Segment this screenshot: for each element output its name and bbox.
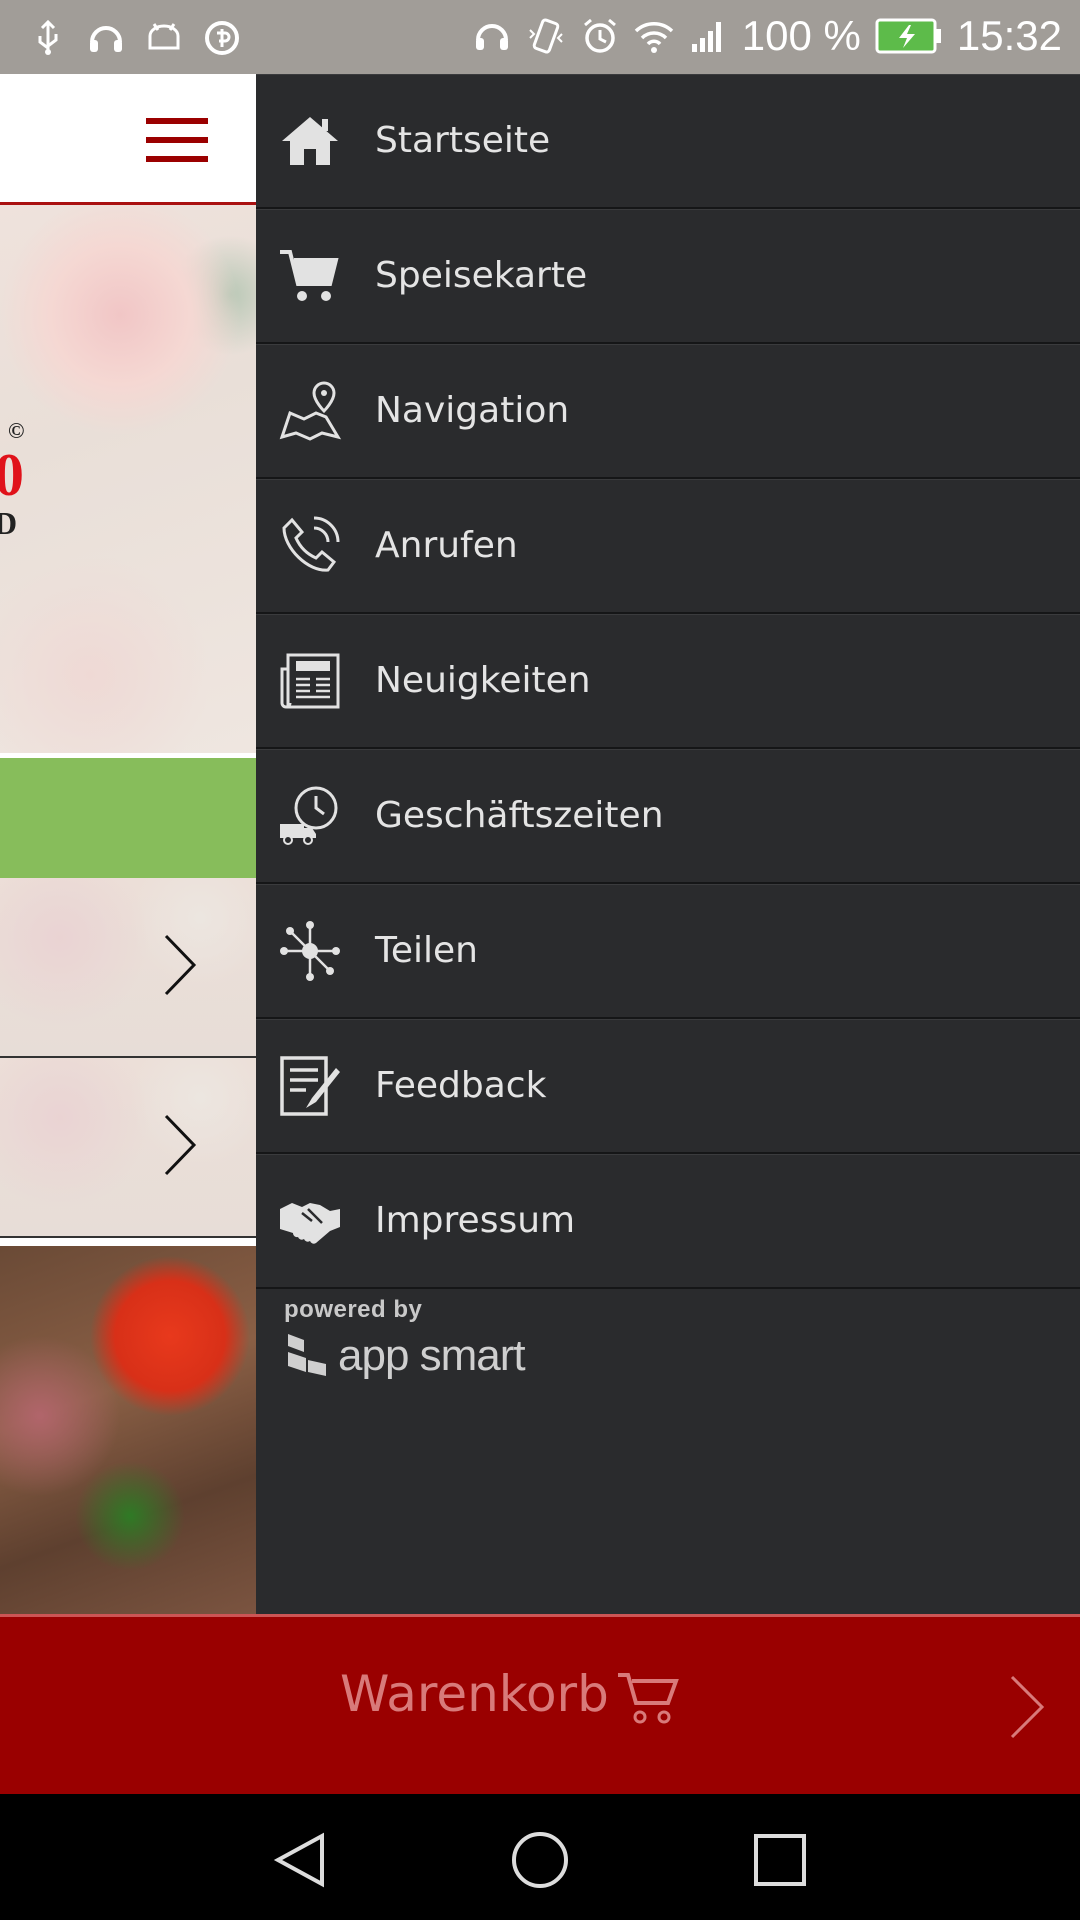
map-pin-icon: [279, 381, 342, 441]
hero-banner: © 0 D: [0, 205, 256, 753]
recents-icon[interactable]: [750, 1830, 810, 1890]
signal-icon: [691, 22, 721, 52]
menu-item-anrufen[interactable]: Anrufen: [256, 479, 1080, 614]
status-bar: 100 % 15:32: [0, 0, 1080, 74]
logo-fragment-digit: 0: [0, 442, 24, 508]
delivery-clock-icon: [280, 786, 338, 845]
feedback-form-icon: [280, 1056, 340, 1116]
green-banner[interactable]: [0, 758, 256, 878]
chevron-right-icon: [164, 1114, 197, 1176]
share-network-icon: [280, 921, 340, 981]
powered-by-text: powered by: [284, 1296, 423, 1323]
android-icon: [148, 23, 180, 50]
wifi-icon: [634, 22, 674, 53]
menu-item-label: Teilen: [375, 930, 478, 971]
menu-item-label: Navigation: [375, 390, 570, 431]
headset-icon: [90, 26, 122, 52]
headset-icon: [475, 24, 508, 50]
home-button-icon[interactable]: [510, 1830, 570, 1890]
news-icon: [280, 653, 340, 709]
phone-icon: [282, 516, 340, 572]
cart-icon: [618, 1673, 679, 1724]
appsmart-logo-icon: [288, 1334, 326, 1376]
home-icon: [282, 117, 338, 165]
usb-icon: [38, 19, 58, 55]
hamburger-menu-icon[interactable]: [146, 118, 208, 162]
cart-bar[interactable]: Warenkorb: [0, 1614, 1080, 1794]
menu-item-feedback[interactable]: Feedback: [256, 1019, 1080, 1154]
menu-item-label: Impressum: [375, 1200, 576, 1241]
logo-fragment-letter: D: [0, 505, 18, 541]
list-item[interactable]: [0, 1058, 256, 1238]
list-item[interactable]: [0, 878, 256, 1058]
clock-time: 15:32: [956, 12, 1062, 59]
menu-item-label: Feedback: [375, 1065, 547, 1106]
menu-item-label: Neuigkeiten: [375, 660, 591, 701]
menu-item-startseite[interactable]: Startseite: [256, 74, 1080, 209]
menu-item-navigation[interactable]: Navigation: [256, 344, 1080, 479]
menu-item-label: Speisekarte: [375, 255, 588, 296]
data-saver-icon: [205, 21, 239, 55]
chevron-right-icon[interactable]: [1008, 1673, 1046, 1741]
alarm-icon: [583, 18, 616, 53]
battery-percent: 100 %: [741, 12, 861, 59]
battery-charging-icon: [875, 18, 941, 54]
menu-item-label: Anrufen: [375, 525, 518, 566]
back-icon[interactable]: [270, 1830, 330, 1890]
handshake-icon: [280, 1203, 340, 1244]
pizza-photo: [0, 1246, 256, 1614]
menu-item-geschaeftszeiten[interactable]: Geschäftszeiten: [256, 749, 1080, 884]
menu-item-speisekarte[interactable]: Speisekarte: [256, 209, 1080, 344]
chevron-right-icon: [164, 934, 197, 996]
cart-icon: [280, 250, 339, 301]
appsmart-logo: app smart: [284, 1330, 526, 1382]
app-background: © 0 D: [0, 74, 256, 1614]
powered-by-branding: powered by app smart: [284, 1296, 526, 1382]
menu-item-teilen[interactable]: Teilen: [256, 884, 1080, 1019]
appsmart-brand-text: app smart: [338, 1331, 526, 1380]
navigation-drawer: Startseite Speisekarte Navigation Anrufe…: [256, 74, 1080, 1614]
menu-item-label: Geschäftszeiten: [375, 795, 664, 836]
menu-item-neuigkeiten[interactable]: Neuigkeiten: [256, 614, 1080, 749]
app-header: [0, 74, 256, 205]
menu-item-label: Startseite: [375, 120, 551, 161]
system-navigation-bar: [0, 1794, 1080, 1920]
vibrate-icon: [529, 18, 563, 54]
menu-item-impressum[interactable]: Impressum: [256, 1154, 1080, 1289]
cart-label: Warenkorb: [340, 1665, 609, 1723]
